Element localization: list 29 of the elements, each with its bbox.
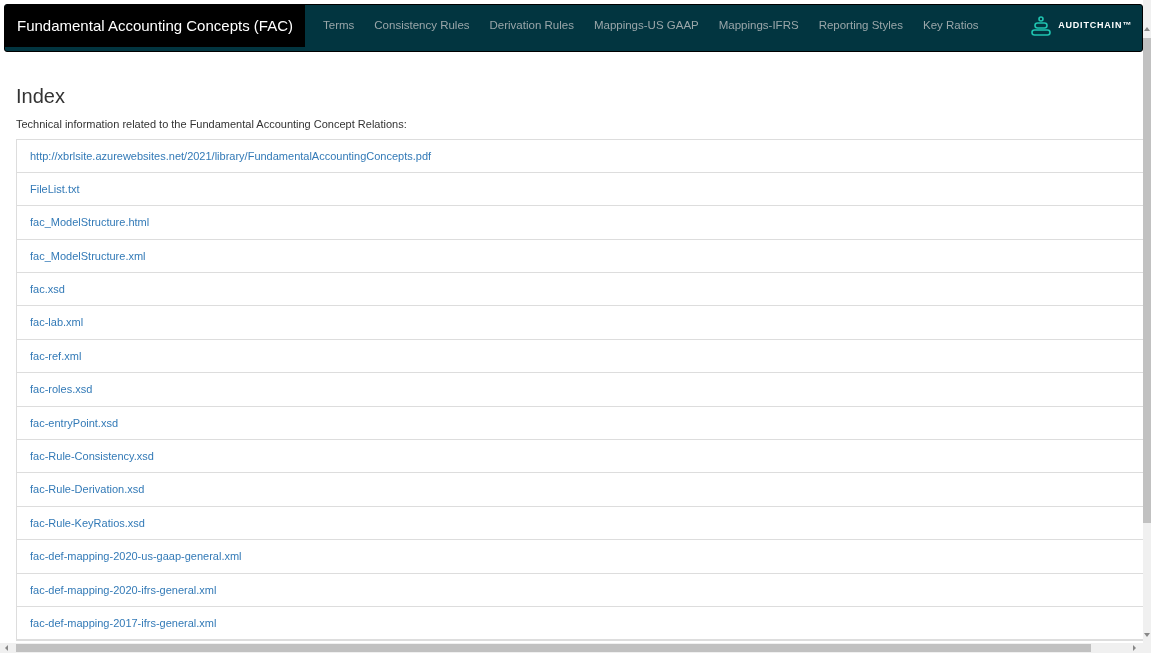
logo-text: AUDITCHAIN™ [1058,19,1132,33]
file-link[interactable]: fac-entryPoint.xsd [17,406,1143,440]
file-link[interactable]: FileList.txt [17,172,1143,207]
vertical-scrollbar[interactable] [1143,0,1151,653]
nav-link[interactable]: Reporting Styles [808,5,913,47]
file-link[interactable]: fac-Rule-Consistency.xsd [17,440,1143,474]
file-link[interactable]: fac-Rule-Derivation.xsd [17,473,1143,507]
nav-link[interactable]: Mappings-IFRS [708,5,809,47]
horizontal-scrollbar[interactable] [0,643,1143,653]
file-link[interactable]: fac-def-mapping-2020-us-gaap-general.xml [17,540,1143,574]
nav-link[interactable]: Mappings-US GAAP [583,5,709,47]
file-link[interactable]: fac-Rule-KeyRatios.xsd [17,506,1143,541]
file-link[interactable]: fac-def-mapping-2020-ifrs-general.xml [17,573,1143,607]
file-link[interactable]: fac_ModelStructure.xml [17,239,1143,274]
file-link[interactable]: fac-roles.xsd [17,373,1143,407]
nav-link[interactable]: Derivation Rules [479,5,584,47]
file-link[interactable]: fac_ModelStructure.html [17,206,1143,240]
intro-text: Technical information related to the Fundamental Accounting Concept Relations: [16,117,408,132]
file-link[interactable]: fac-ref.xml [17,339,1143,374]
file-link[interactable]: fac-def-mapping-2017-ifrs-general.xml [17,606,1143,641]
file-link[interactable]: fac.xsd [17,273,1143,307]
page-heading: Index [16,84,66,108]
nav-link[interactable]: Terms [313,5,365,47]
brand-title[interactable]: Fundamental Accounting Concepts (FAC) [5,5,305,47]
logo-icon [1030,16,1053,36]
nav-link[interactable]: Key Ratios [913,5,989,47]
file-link[interactable]: fac-lab.xml [17,306,1143,340]
nav-link[interactable]: Consistency Rules [364,5,480,47]
file-link[interactable]: http://xbrlsite.azurewebsites.net/2021/library/FundamentalAccountingConcepts.pdf [17,139,1143,173]
